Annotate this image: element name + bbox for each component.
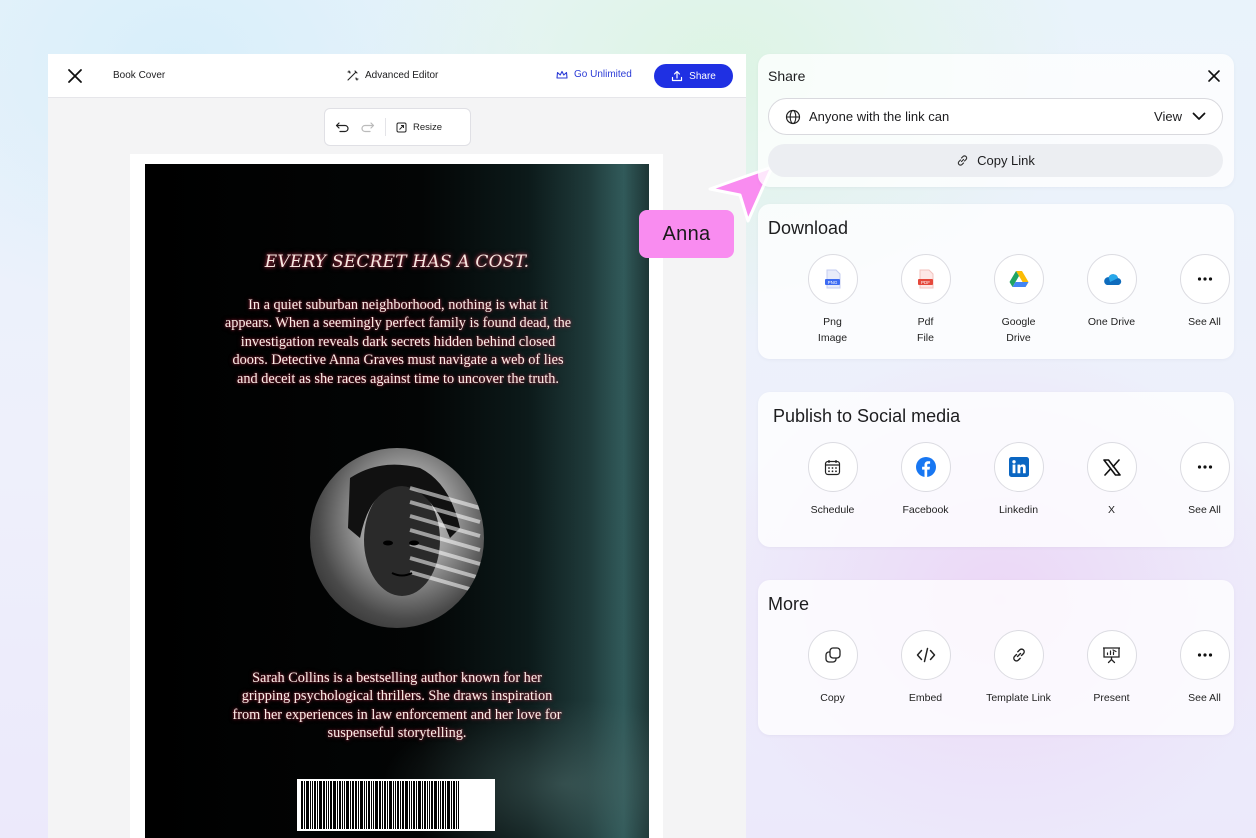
link-icon: [957, 155, 968, 166]
redo-icon[interactable]: [360, 121, 375, 133]
link-icon: [1012, 648, 1025, 662]
download-png-option[interactable]: PNG Png Image: [786, 254, 879, 346]
publish-social-title: Publish to Social media: [773, 406, 961, 426]
permission-value: View: [1154, 109, 1182, 124]
advanced-editor-label: Advanced Editor: [365, 70, 439, 81]
social-options: Schedule Facebook Linkedin X See All: [786, 442, 1251, 518]
editor-topbar: Book Cover Advanced Editor Go Unlimited …: [48, 54, 746, 98]
copy-link-label: Copy Link: [977, 153, 1035, 168]
crown-icon: [556, 70, 568, 79]
resize-button[interactable]: Resize: [396, 122, 442, 133]
canvas-page: [130, 154, 663, 838]
toolbar-divider: [385, 118, 386, 136]
download-option-sublabel: Image: [817, 332, 848, 344]
download-onedrive-option[interactable]: One Drive: [1065, 254, 1158, 346]
permission-select[interactable]: View: [1154, 109, 1206, 124]
social-option-label: Linkedin: [998, 504, 1039, 516]
magic-wand-icon: [347, 70, 359, 81]
download-pdf-option[interactable]: PDF Pdf File: [879, 254, 972, 346]
onedrive-icon: [1103, 273, 1121, 285]
social-linkedin-option[interactable]: Linkedin: [972, 442, 1065, 518]
download-see-all-option[interactable]: See All: [1158, 254, 1251, 346]
more-option-label: Template Link: [986, 692, 1051, 704]
code-icon: [916, 647, 935, 663]
link-access-label: Anyone with the link can: [809, 109, 950, 124]
social-option-label: X: [1107, 504, 1115, 516]
more-option-label: Copy: [820, 692, 845, 704]
download-options: PNG Png Image PDF Pdf File Google Drive One…: [786, 254, 1251, 346]
link-access-dropdown[interactable]: Anyone with the link can View: [768, 98, 1223, 135]
calendar-icon: [824, 459, 841, 475]
download-option-label: Pdf: [917, 316, 934, 328]
download-option-label: One Drive: [1087, 316, 1136, 328]
more-embed-option[interactable]: Embed: [879, 630, 972, 706]
social-option-label: See All: [1188, 504, 1221, 516]
png-file-icon: PNG: [824, 269, 840, 289]
more-title: More: [768, 594, 810, 614]
download-option-label: Google: [1001, 316, 1036, 328]
google-drive-icon: [1009, 271, 1028, 287]
upload-icon: [672, 70, 683, 82]
resize-icon: [396, 122, 407, 132]
publish-social-section: Publish to Social media Schedule Faceboo…: [758, 392, 1234, 547]
social-option-label: Schedule: [810, 504, 855, 516]
download-section: Download PNG Png Image PDF Pdf File Google…: [758, 204, 1234, 359]
copy-link-button[interactable]: Copy Link: [768, 144, 1223, 177]
download-option-label: See All: [1188, 316, 1221, 328]
more-dots-icon: [1197, 653, 1212, 657]
close-icon[interactable]: [66, 67, 84, 85]
more-options: Copy Embed Template Link Present See All: [786, 630, 1251, 706]
social-x-option[interactable]: X: [1065, 442, 1158, 518]
share-button[interactable]: Share: [654, 64, 733, 88]
more-copy-option[interactable]: Copy: [786, 630, 879, 706]
copy-icon: [824, 647, 841, 663]
more-see-all-option[interactable]: See All: [1158, 630, 1251, 706]
more-template-link-option[interactable]: Template Link: [972, 630, 1065, 706]
chevron-down-icon: [1192, 112, 1206, 120]
social-see-all-option[interactable]: See All: [1158, 442, 1251, 518]
more-option-label: Present: [1093, 692, 1130, 704]
editor-window: Book Cover Advanced Editor Go Unlimited …: [48, 54, 746, 838]
go-unlimited-button[interactable]: Go Unlimited: [556, 69, 632, 80]
social-facebook-option[interactable]: Facebook: [879, 442, 972, 518]
download-option-label: Png: [823, 316, 842, 328]
linkedin-icon: [1008, 457, 1029, 477]
social-option-label: Facebook: [902, 504, 949, 516]
more-section: More Copy Embed Template Link Present Se…: [758, 580, 1234, 735]
advanced-editor-button[interactable]: Advanced Editor: [346, 69, 438, 82]
more-option-label: Embed: [908, 692, 943, 704]
canvas-toolbar: Resize: [324, 108, 471, 146]
share-panel: Share Anyone with the link can View Copy…: [758, 54, 1234, 187]
go-unlimited-label: Go Unlimited: [574, 69, 632, 80]
close-icon[interactable]: [1206, 68, 1222, 84]
social-schedule-option[interactable]: Schedule: [786, 442, 879, 518]
download-option-sublabel: Drive: [1006, 332, 1031, 344]
share-panel-title: Share: [768, 68, 806, 84]
globe-icon: [785, 109, 801, 124]
x-logo-icon: [1102, 458, 1121, 476]
download-title: Download: [768, 218, 849, 238]
resize-label: Resize: [413, 121, 443, 133]
more-dots-icon: [1197, 277, 1212, 281]
facebook-icon: [915, 457, 936, 477]
presentation-icon: [1103, 647, 1120, 664]
document-title: Book Cover: [113, 70, 166, 81]
svg-text:PDF: PDF: [921, 280, 930, 285]
svg-text:PNG: PNG: [827, 280, 837, 285]
download-option-sublabel: File: [917, 332, 934, 344]
share-button-label: Share: [689, 70, 716, 82]
undo-icon[interactable]: [335, 121, 350, 133]
more-option-label: See All: [1188, 692, 1221, 704]
more-dots-icon: [1197, 465, 1212, 469]
collaborator-name-tag: Anna: [639, 210, 734, 258]
download-google-drive-option[interactable]: Google Drive: [972, 254, 1065, 346]
pdf-file-icon: PDF: [917, 269, 933, 289]
more-present-option[interactable]: Present: [1065, 630, 1158, 706]
